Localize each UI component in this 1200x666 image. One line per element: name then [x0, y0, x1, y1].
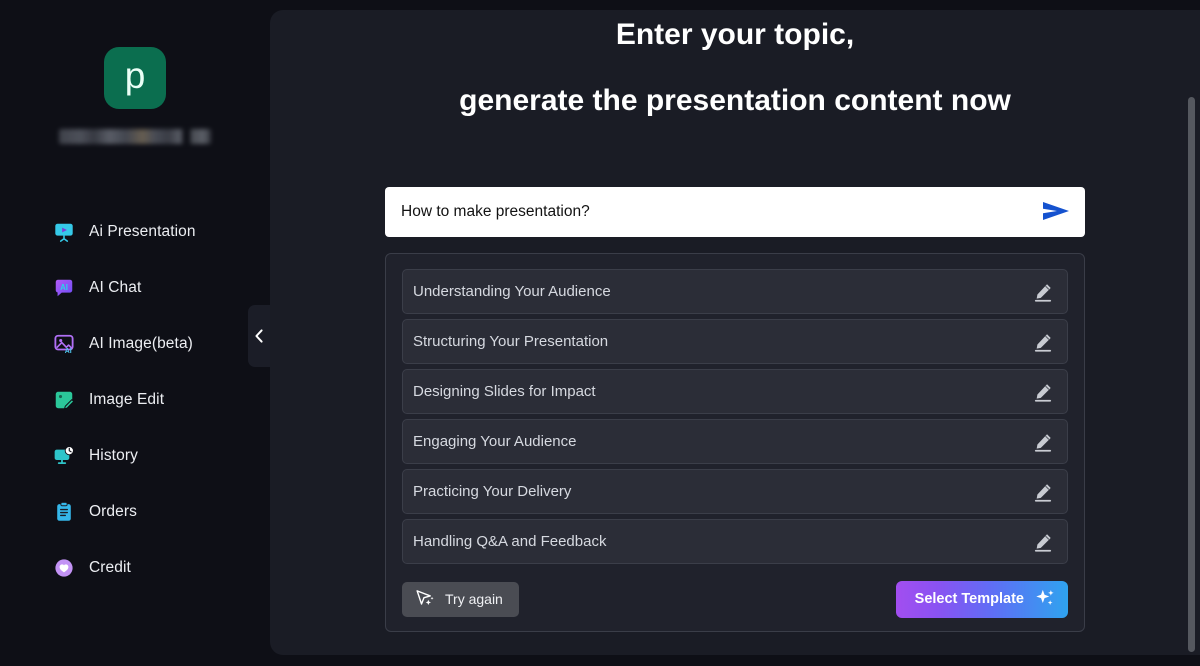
- image-edit-icon: [53, 389, 75, 411]
- sidebar-item-ai-image[interactable]: AI AI Image(beta): [0, 328, 270, 359]
- send-button[interactable]: [1027, 187, 1085, 237]
- outline-item-title: Understanding Your Audience: [413, 283, 611, 300]
- sidebar-item-label: Orders: [89, 502, 137, 520]
- sidebar-item-label: AI Chat: [89, 278, 142, 296]
- outline-item-title: Structuring Your Presentation: [413, 333, 609, 350]
- sidebar-item-label: History: [89, 446, 138, 464]
- pencil-edit-icon[interactable]: [1031, 330, 1055, 354]
- sidebar-item-orders[interactable]: Orders: [0, 496, 270, 527]
- brand-logo[interactable]: p: [104, 47, 166, 109]
- outline-item-title: Handling Q&A and Feedback: [413, 533, 607, 550]
- outline-item[interactable]: Understanding Your Audience: [402, 269, 1068, 314]
- history-monitor-icon: [53, 445, 75, 467]
- pencil-edit-icon[interactable]: [1031, 480, 1055, 504]
- sidebar-item-history[interactable]: History: [0, 440, 270, 471]
- outline-item[interactable]: Engaging Your Audience: [402, 419, 1068, 464]
- ai-chat-icon: AI: [53, 277, 75, 299]
- select-template-label: Select Template: [914, 591, 1024, 607]
- page-title-line2: generate the presentation content now: [459, 84, 1011, 117]
- send-arrow-icon: [1040, 199, 1072, 226]
- topic-search-input[interactable]: [385, 203, 1027, 221]
- select-template-button[interactable]: Select Template: [895, 580, 1068, 618]
- pencil-edit-icon[interactable]: [1031, 530, 1055, 554]
- app-root: p Ai Presentation AI AI Chat AI AI Image…: [0, 0, 1200, 666]
- sparkles-icon: [1034, 587, 1056, 612]
- topic-search-box[interactable]: [385, 187, 1085, 237]
- sidebar-collapse-toggle[interactable]: [248, 305, 270, 367]
- pencil-edit-icon[interactable]: [1031, 280, 1055, 304]
- magic-cursor-icon: [414, 587, 435, 611]
- sidebar-item-ai-presentation[interactable]: Ai Presentation: [0, 216, 270, 247]
- sidebar-item-ai-chat[interactable]: AI AI Chat: [0, 272, 270, 303]
- outline-item[interactable]: Designing Slides for Impact: [402, 369, 1068, 414]
- credit-heart-icon: [53, 557, 75, 579]
- chevron-left-icon: [253, 328, 265, 344]
- sidebar-item-credit[interactable]: Credit: [0, 552, 270, 583]
- main-panel: Enter your topic, generate the presentat…: [270, 10, 1200, 655]
- page-title-line1: Enter your topic,: [615, 18, 855, 51]
- sidebar-item-label: Credit: [89, 558, 131, 576]
- svg-text:AI: AI: [65, 347, 72, 354]
- outline-item-title: Designing Slides for Impact: [413, 383, 596, 400]
- sidebar-item-label: Ai Presentation: [89, 222, 196, 240]
- brand-name-redacted: [59, 129, 211, 144]
- outline-footer: Try again Select Template: [402, 580, 1068, 618]
- pencil-edit-icon[interactable]: [1031, 380, 1055, 404]
- outline-item-title: Practicing Your Delivery: [413, 483, 572, 500]
- outline-item[interactable]: Practicing Your Delivery: [402, 469, 1068, 514]
- pencil-edit-icon[interactable]: [1031, 430, 1055, 454]
- sidebar-item-image-edit[interactable]: Image Edit: [0, 384, 270, 415]
- orders-clipboard-icon: [53, 501, 75, 523]
- presentation-screen-icon: [53, 221, 75, 243]
- outline-item-title: Engaging Your Audience: [413, 433, 577, 450]
- try-again-label: Try again: [445, 591, 503, 607]
- outline-panel: Understanding Your Audience Structuring …: [385, 253, 1085, 632]
- outline-item[interactable]: Handling Q&A and Feedback: [402, 519, 1068, 564]
- try-again-button[interactable]: Try again: [402, 581, 519, 617]
- sidebar-item-label: Image Edit: [89, 390, 165, 408]
- brand-logo-letter: p: [124, 54, 146, 96]
- sidebar-nav: Ai Presentation AI AI Chat AI AI Image(b…: [0, 216, 270, 583]
- scrollbar-thumb[interactable]: [1188, 97, 1195, 652]
- sidebar-item-label: AI Image(beta): [89, 334, 193, 352]
- ai-image-icon: AI: [53, 333, 75, 355]
- outline-item[interactable]: Structuring Your Presentation: [402, 319, 1068, 364]
- brand-header: p: [0, 0, 270, 144]
- svg-text:AI: AI: [60, 283, 68, 292]
- sidebar: p Ai Presentation AI AI Chat AI AI Image…: [0, 0, 270, 666]
